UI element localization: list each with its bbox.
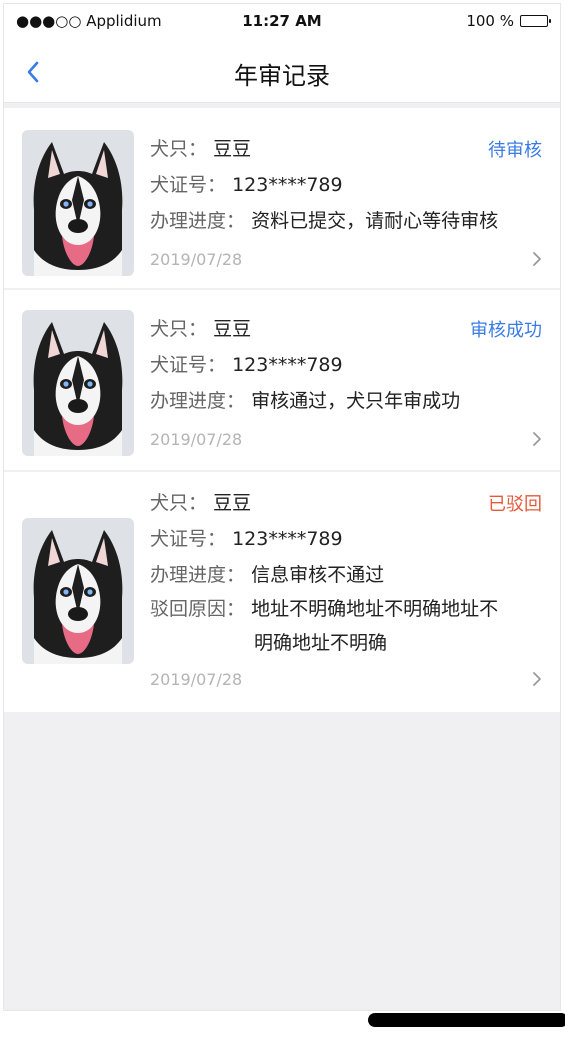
reject-reason-row-2: 明确地址不明确 bbox=[254, 628, 387, 655]
cert-number: 123****789 bbox=[232, 174, 343, 196]
reason-text-line2: 明确地址不明确 bbox=[254, 632, 388, 654]
page-title: 年审记录 bbox=[234, 62, 330, 90]
battery-icon bbox=[520, 15, 551, 27]
dog-label: 犬只： bbox=[150, 318, 208, 340]
cert-number: 123****789 bbox=[232, 528, 343, 550]
progress-row: 办理进度： 审核通过，犬只年审成功 bbox=[150, 386, 460, 413]
record-card[interactable]: 犬只： 豆豆 审核成功 犬证号： 123****789 办理进度： 审核通过，犬… bbox=[4, 290, 560, 470]
dog-name: 豆豆 bbox=[213, 138, 252, 160]
dog-name: 豆豆 bbox=[213, 318, 252, 340]
progress-label: 办理进度： bbox=[150, 390, 246, 412]
dog-avatar bbox=[22, 518, 134, 664]
battery-percent: 100 % bbox=[466, 12, 514, 30]
cert-label: 犬证号： bbox=[150, 528, 227, 550]
status-badge: 待审核 bbox=[488, 140, 542, 161]
dog-label: 犬只： bbox=[150, 492, 208, 514]
cert-row: 犬证号： 123****789 bbox=[150, 350, 343, 377]
record-list: 犬只： 豆豆 待审核 犬证号： 123****789 办理进度： 资料已提交，请… bbox=[4, 108, 560, 712]
chevron-right-icon bbox=[528, 250, 546, 268]
cert-row: 犬证号： 123****789 bbox=[150, 524, 343, 551]
reason-label: 驳回原因： bbox=[150, 598, 246, 620]
cert-label: 犬证号： bbox=[150, 174, 227, 196]
dog-label: 犬只： bbox=[150, 138, 208, 160]
record-card[interactable]: 犬只： 豆豆 待审核 犬证号： 123****789 办理进度： 资料已提交，请… bbox=[4, 108, 560, 288]
record-date: 2019/07/28 bbox=[150, 250, 243, 269]
dog-name-row: 犬只： 豆豆 bbox=[150, 314, 251, 341]
progress-text: 信息审核不通过 bbox=[251, 564, 385, 586]
progress-text: 审核通过，犬只年审成功 bbox=[251, 390, 461, 412]
husky-photo-icon bbox=[22, 130, 134, 276]
husky-photo-icon bbox=[22, 518, 134, 664]
chevron-right-icon bbox=[528, 670, 546, 688]
navigation-bar: 年审记录 bbox=[4, 40, 560, 103]
record-date: 2019/07/28 bbox=[150, 430, 243, 449]
record-date: 2019/07/28 bbox=[150, 670, 243, 689]
cert-label: 犬证号： bbox=[150, 354, 227, 376]
dog-name-row: 犬只： 豆豆 bbox=[150, 488, 251, 515]
dog-avatar bbox=[22, 310, 134, 456]
chevron-right-icon bbox=[528, 430, 546, 448]
dog-name-row: 犬只： 豆豆 bbox=[150, 134, 251, 161]
progress-text: 资料已提交，请耐心等待审核 bbox=[251, 210, 499, 232]
reject-reason-row: 驳回原因： 地址不明确地址不明确地址不 bbox=[150, 594, 498, 621]
progress-row: 办理进度： 资料已提交，请耐心等待审核 bbox=[150, 206, 498, 233]
battery-group: 100 % bbox=[466, 12, 551, 30]
record-card[interactable]: 犬只： 豆豆 已驳回 犬证号： 123****789 办理进度： 信息审核不通过… bbox=[4, 472, 560, 712]
home-indicator[interactable] bbox=[368, 1013, 565, 1027]
progress-label: 办理进度： bbox=[150, 210, 246, 232]
dog-avatar bbox=[22, 130, 134, 276]
progress-row: 办理进度： 信息审核不通过 bbox=[150, 560, 384, 587]
status-badge: 已驳回 bbox=[488, 494, 542, 515]
dog-name: 豆豆 bbox=[213, 492, 252, 514]
status-bar: ●●●○○ Applidium 11:27 AM 100 % bbox=[4, 4, 560, 40]
cert-number: 123****789 bbox=[232, 354, 343, 376]
progress-label: 办理进度： bbox=[150, 564, 246, 586]
status-badge: 审核成功 bbox=[470, 320, 542, 341]
husky-photo-icon bbox=[22, 310, 134, 456]
app-frame: ●●●○○ Applidium 11:27 AM 100 % 年审记录 犬只： … bbox=[4, 4, 560, 1010]
reason-text-line1: 地址不明确地址不明确地址不 bbox=[251, 598, 499, 620]
cert-row: 犬证号： 123****789 bbox=[150, 170, 343, 197]
